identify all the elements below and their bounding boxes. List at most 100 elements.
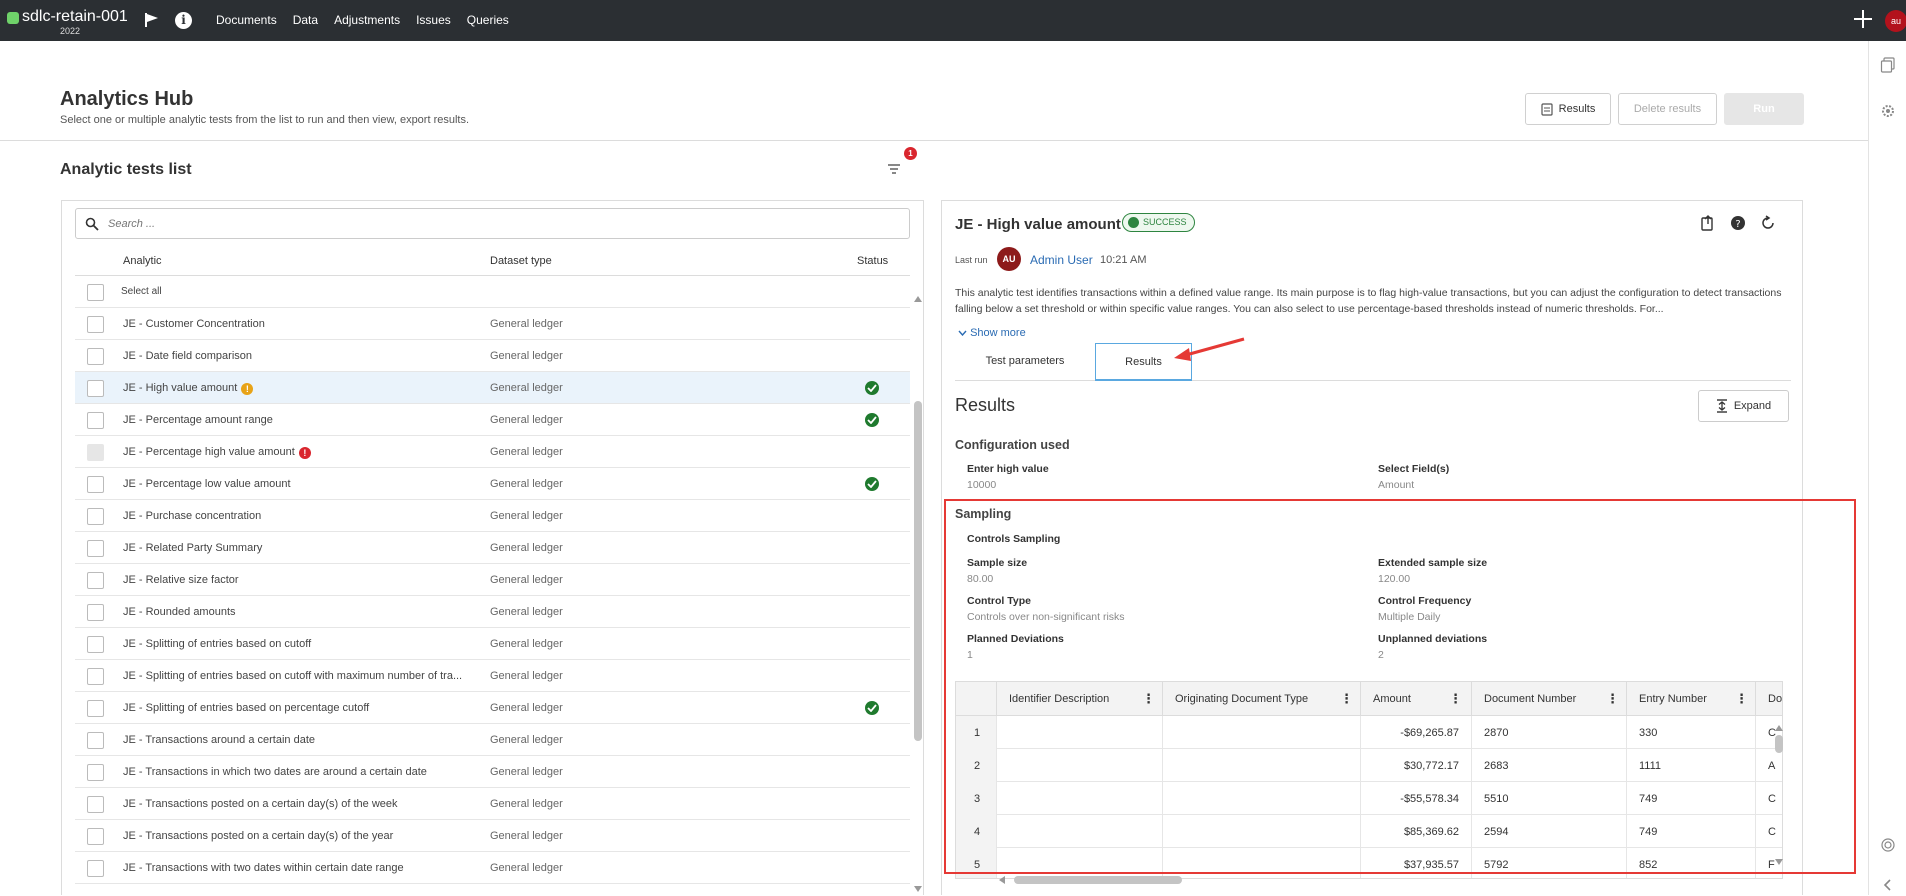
run-button[interactable]: Run [1724, 93, 1804, 125]
row-checkbox [87, 444, 104, 461]
list-item[interactable]: JE - Percentage low value amount General … [75, 468, 910, 500]
app-name[interactable]: sdlc-retain-001 [22, 8, 128, 26]
list-item[interactable]: JE - Purchase concentration General ledge… [75, 500, 910, 532]
grid-scroll-up-icon[interactable] [1775, 725, 1783, 731]
row-checkbox[interactable] [87, 860, 104, 877]
nav-queries[interactable]: Queries [467, 13, 509, 27]
list-item[interactable]: JE - Related Party Summary General ledger [75, 532, 910, 564]
tab-test-parameters[interactable]: Test parameters [955, 343, 1095, 381]
grid-horizontal-scrollbar[interactable] [1014, 876, 1182, 884]
right-rail [1868, 41, 1906, 895]
row-checkbox[interactable] [87, 700, 104, 717]
analytic-name: JE - Transactions with two dates within … [123, 862, 404, 874]
select-all-checkbox[interactable] [87, 284, 104, 301]
nav-documents[interactable]: Documents [216, 13, 277, 27]
nav-adjustments[interactable]: Adjustments [334, 13, 400, 27]
row-checkbox[interactable] [87, 412, 104, 429]
scroll-down-icon[interactable] [914, 886, 922, 892]
show-more-link[interactable]: Show more [958, 327, 1026, 339]
list-item[interactable]: JE - Transactions posted on a certain da… [75, 820, 910, 852]
dataset-type: General ledger [490, 350, 563, 362]
row-checkbox[interactable] [87, 668, 104, 685]
scroll-left-icon[interactable] [998, 876, 1006, 884]
list-item[interactable]: JE - Transactions around a certain date G… [75, 724, 910, 756]
app-logo-icon [7, 12, 19, 24]
row-checkbox[interactable] [87, 796, 104, 813]
expand-button[interactable]: Expand [1698, 390, 1789, 422]
run-user-name[interactable]: Admin User [1030, 253, 1093, 267]
results-button[interactable]: Results [1525, 93, 1611, 125]
analytic-name: JE - Transactions posted on a certain da… [123, 798, 398, 810]
row-checkbox[interactable] [87, 764, 104, 781]
flag-icon[interactable] [144, 12, 160, 28]
dataset-type: General ledger [490, 734, 563, 746]
dataset-type: General ledger [490, 798, 563, 810]
row-checkbox[interactable] [87, 732, 104, 749]
column-dataset-type[interactable]: Dataset type [490, 255, 552, 267]
row-checkbox[interactable] [87, 380, 104, 397]
list-item[interactable]: JE - Percentage high value amount! Genera… [75, 436, 910, 468]
nav-issues[interactable]: Issues [416, 13, 451, 27]
row-checkbox[interactable] [87, 476, 104, 493]
grid-scroll-down-icon[interactable] [1775, 859, 1783, 865]
list-item[interactable]: JE - Date field comparison General ledger [75, 340, 910, 372]
row-checkbox[interactable] [87, 572, 104, 589]
list-item[interactable]: JE - Splitting of entries based on cutof… [75, 628, 910, 660]
list-item[interactable]: JE - Transactions in which two dates are… [75, 756, 910, 788]
list-item[interactable]: JE - High value amount! General ledger [75, 372, 910, 404]
run-user-avatar: AU [997, 247, 1021, 271]
row-checkbox[interactable] [87, 636, 104, 653]
nav-data[interactable]: Data [293, 13, 318, 27]
dataset-type: General ledger [490, 670, 563, 682]
user-avatar[interactable]: au [1885, 10, 1906, 32]
status-badge: SUCCESS [1122, 213, 1195, 232]
select-all-row[interactable]: Select all [75, 276, 910, 308]
settings-gear-icon[interactable] [1880, 103, 1896, 119]
list-item[interactable]: JE - Transactions posted on a certain da… [75, 788, 910, 820]
list-item[interactable]: JE - Customer Concentration General ledge… [75, 308, 910, 340]
list-item[interactable]: JE - Splitting of entries based on cutof… [75, 660, 910, 692]
row-checkbox[interactable] [87, 540, 104, 557]
success-check-icon [865, 381, 879, 395]
copy-icon[interactable] [1880, 57, 1896, 73]
analytic-name: JE - Splitting of entries based on perce… [123, 702, 370, 714]
row-checkbox[interactable] [87, 828, 104, 845]
analytic-name: JE - Splitting of entries based on cutof… [123, 670, 463, 682]
refresh-icon[interactable] [1760, 215, 1776, 231]
column-status[interactable]: Status [857, 255, 888, 267]
row-checkbox[interactable] [87, 508, 104, 525]
show-more-label: Show more [970, 327, 1026, 339]
row-checkbox[interactable] [87, 348, 104, 365]
list-item[interactable]: JE - Percentage amount range General ledg… [75, 404, 910, 436]
filter-count-badge: 1 [904, 147, 917, 160]
export-icon[interactable] [1700, 215, 1716, 231]
plus-icon[interactable] [1852, 8, 1874, 30]
analytic-name: JE - Splitting of entries based on cutof… [123, 638, 312, 650]
dataset-type: General ledger [490, 574, 563, 586]
row-checkbox[interactable] [87, 316, 104, 333]
analytic-name: JE - Date field comparison [123, 350, 252, 362]
chevron-left-icon[interactable] [1880, 877, 1896, 893]
list-scrollbar[interactable] [914, 296, 922, 892]
list-scrollbar-thumb[interactable] [914, 401, 922, 741]
list-item[interactable]: JE - Relative size factor General ledger [75, 564, 910, 596]
analytic-name: JE - High value amount! [123, 382, 254, 395]
scroll-up-icon[interactable] [914, 296, 922, 302]
detail-tabs: Test parameters Results [955, 343, 1791, 381]
delete-results-button[interactable]: Delete results [1618, 93, 1717, 125]
grid-scrollbar-thumb[interactable] [1775, 735, 1783, 753]
search-input[interactable] [108, 215, 888, 233]
column-analytic[interactable]: Analytic [123, 255, 162, 267]
list-item[interactable]: JE - Splitting of entries based on perce… [75, 692, 910, 724]
info-icon[interactable]: i [175, 12, 192, 29]
test-description: This analytic test identifies transactio… [955, 287, 1782, 315]
list-item[interactable]: JE - Transactions with two dates within … [75, 852, 910, 884]
list-item[interactable]: JE - Rounded amounts General ledger [75, 596, 910, 628]
row-checkbox[interactable] [87, 604, 104, 621]
document-icon [1541, 102, 1553, 116]
help-icon[interactable]: ? [1730, 215, 1746, 231]
fingerprint-icon[interactable] [1880, 837, 1896, 853]
analytic-name: JE - Rounded amounts [123, 606, 236, 618]
filter-icon[interactable] [887, 162, 901, 176]
grid-vertical-scrollbar[interactable] [1775, 725, 1783, 865]
